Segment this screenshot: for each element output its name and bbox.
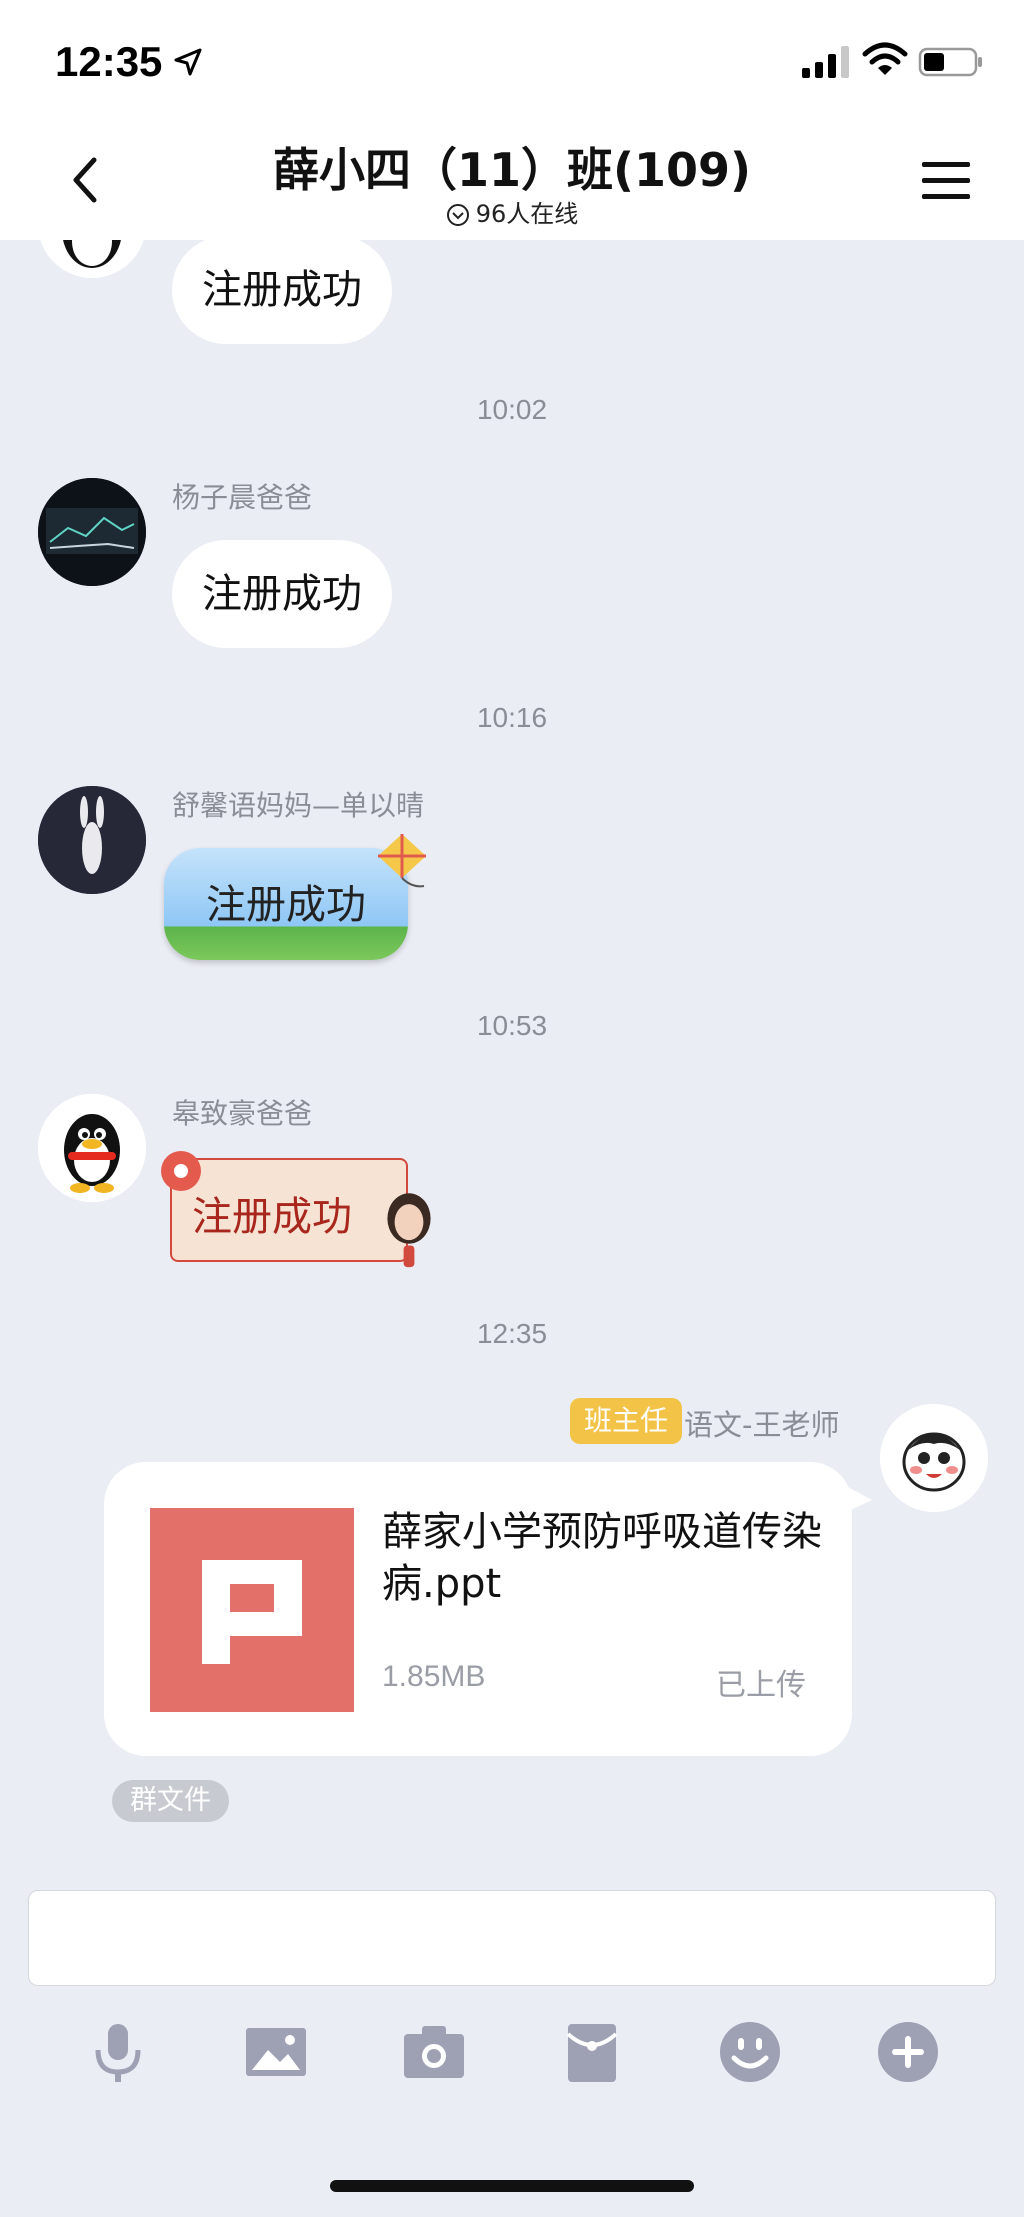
flower-decoration-icon: [161, 1151, 201, 1191]
ppt-file-icon: [150, 1508, 354, 1712]
screen-avatar-icon: [38, 478, 146, 586]
cellular-signal-icon: [802, 46, 849, 78]
portrait-decoration-icon: [387, 1193, 431, 1268]
file-name: 薛家小学预防呼吸道传染病.ppt: [382, 1509, 822, 1607]
avatar[interactable]: [38, 478, 146, 586]
red-packet-icon[interactable]: [558, 2018, 626, 2086]
kite-decoration-icon: [378, 834, 426, 888]
home-indicator[interactable]: [330, 2180, 694, 2192]
sender-name: 杨子晨爸爸: [172, 481, 313, 514]
online-count[interactable]: 96人在线: [0, 194, 1024, 229]
timestamp: 10:53: [476, 1010, 548, 1041]
battery-icon: [918, 47, 982, 77]
camera-icon[interactable]: [400, 2018, 468, 2086]
wifi-icon: [862, 42, 908, 75]
group-title[interactable]: 薛小四（11）班(109): [0, 134, 1024, 200]
status-bar: 12:35: [0, 0, 1024, 120]
avatar[interactable]: [38, 240, 146, 278]
sender-name: 语文-王老师: [684, 1408, 840, 1442]
menu-icon[interactable]: [920, 158, 972, 204]
message-bubble[interactable]: 注册成功: [172, 240, 392, 344]
upload-status: 已上传: [716, 1668, 806, 1703]
group-file-tag[interactable]: 群文件: [112, 1780, 229, 1822]
emoji-icon[interactable]: [716, 2018, 784, 2086]
mic-icon[interactable]: [84, 2018, 152, 2086]
role-badge: 班主任: [570, 1398, 683, 1444]
online-count-text: 96人在线: [475, 200, 579, 228]
chat-header: 薛小四（11）班(109) 96人在线: [0, 120, 1024, 240]
penguin-avatar-icon: [38, 240, 146, 278]
avatar[interactable]: [880, 1404, 988, 1512]
file-size: 1.85MB: [382, 1660, 486, 1693]
sender-name: 皋致豪爸爸: [172, 1097, 313, 1130]
rabbit-avatar-icon: [38, 786, 146, 894]
message-input[interactable]: [28, 1890, 996, 1986]
timestamp: 12:35: [476, 1318, 548, 1349]
input-toolbar: [0, 2010, 1024, 2100]
file-card[interactable]: 薛家小学预防呼吸道传染病.ppt 1.85MB 已上传: [104, 1462, 852, 1756]
avatar[interactable]: [38, 786, 146, 894]
image-icon[interactable]: [242, 2018, 310, 2086]
cartoon-boy-avatar-icon: [880, 1404, 988, 1512]
plus-icon[interactable]: [874, 2018, 942, 2086]
status-time: 12:35: [55, 38, 163, 85]
qq-penguin-avatar-icon: [38, 1094, 146, 1202]
timestamp: 10:16: [476, 702, 548, 733]
message-bubble[interactable]: 注册成功: [172, 540, 392, 648]
message-text: 注册成功: [192, 1194, 352, 1240]
sender-name: 舒馨语妈妈—单以晴: [172, 789, 425, 822]
chat-messages: 注册成功 10:02 杨子晨爸爸 注册成功 10:16 舒馨语妈妈—单以晴 注册…: [0, 240, 1024, 1890]
timestamp: 10:02: [476, 394, 548, 425]
chevron-down-circle-icon: [446, 204, 469, 226]
avatar[interactable]: [38, 1094, 146, 1202]
location-arrow-icon: [174, 48, 202, 76]
